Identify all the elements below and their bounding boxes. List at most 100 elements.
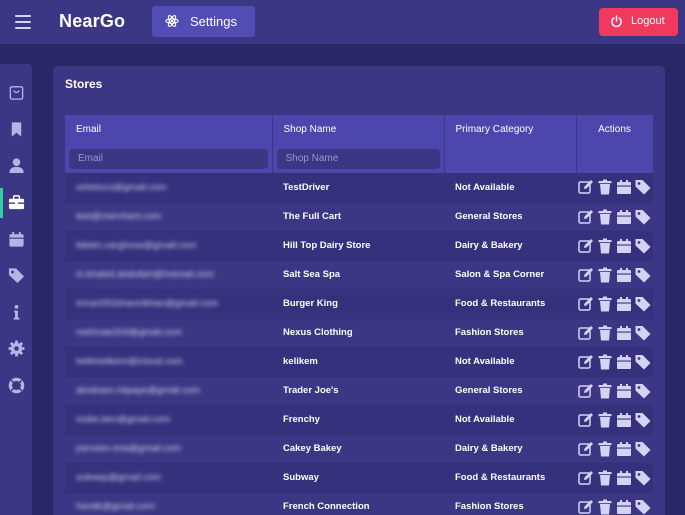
edit-icon[interactable] bbox=[578, 325, 594, 341]
delete-icon[interactable] bbox=[597, 499, 613, 515]
tag-icon[interactable] bbox=[635, 383, 651, 399]
edit-icon[interactable] bbox=[578, 470, 594, 486]
delete-icon[interactable] bbox=[597, 470, 613, 486]
tag-icon[interactable] bbox=[635, 470, 651, 486]
delete-icon[interactable] bbox=[597, 209, 613, 225]
table-row[interactable]: handk@gmail.com French Connection Fashion … bbox=[65, 492, 653, 515]
calendar-icon[interactable] bbox=[616, 470, 632, 486]
table-row[interactable]: parveen.ima@gmail.com Cakey Bakey Dairy & … bbox=[65, 434, 653, 464]
calendar-icon[interactable] bbox=[616, 296, 632, 312]
tag-icon[interactable] bbox=[635, 296, 651, 312]
edit-icon[interactable] bbox=[578, 354, 594, 370]
tag-icon[interactable] bbox=[635, 209, 651, 225]
calendar-icon[interactable] bbox=[616, 209, 632, 225]
column-header-shop-name[interactable]: Shop Name bbox=[272, 115, 445, 144]
calendar-icon[interactable] bbox=[616, 179, 632, 195]
shopping-bag-icon bbox=[9, 86, 24, 100]
edit-icon[interactable] bbox=[578, 441, 594, 457]
calendar-icon[interactable] bbox=[616, 238, 632, 254]
shop-name-cell: kelikem bbox=[272, 347, 444, 377]
top-bar: NearGo Settings Logout bbox=[0, 0, 685, 44]
actions-cell bbox=[576, 231, 653, 261]
edit-icon[interactable] bbox=[578, 209, 594, 225]
sidebar bbox=[0, 64, 32, 515]
email-cell: abraham.mtpaye@gmail.com bbox=[65, 376, 272, 406]
sidebar-item-settings[interactable] bbox=[0, 334, 32, 364]
edit-icon[interactable] bbox=[578, 412, 594, 428]
column-header-email[interactable]: Email bbox=[65, 115, 273, 144]
calendar-icon[interactable] bbox=[616, 354, 632, 370]
table-row[interactable]: test@merchant.com The Full Cart General St… bbox=[65, 202, 653, 232]
actions-cell bbox=[576, 434, 653, 464]
sidebar-item-support[interactable] bbox=[0, 371, 32, 401]
calendar-icon[interactable] bbox=[616, 412, 632, 428]
column-header-category[interactable]: Primary Category bbox=[444, 115, 577, 144]
actions-cell bbox=[576, 289, 653, 319]
delete-icon[interactable] bbox=[597, 267, 613, 283]
shop-name-filter-input[interactable] bbox=[276, 148, 440, 169]
table-row[interactable]: fabien.carghose@gmail.com Hill Top Dairy … bbox=[65, 231, 653, 261]
menu-icon[interactable] bbox=[15, 15, 31, 29]
table-row[interactable]: mehmae204@gmail.com Nexus Clothing Fashion… bbox=[65, 318, 653, 348]
actions-cell bbox=[576, 347, 653, 377]
tag-icon[interactable] bbox=[635, 441, 651, 457]
email-value: mehmae204@gmail.com bbox=[76, 327, 182, 338]
category-cell: Fashion Stores bbox=[444, 492, 576, 515]
delete-icon[interactable] bbox=[597, 325, 613, 341]
actions-cell bbox=[576, 376, 653, 406]
table-row[interactable]: m.khaled.abdullah@hotmail.com Salt Sea Sp… bbox=[65, 260, 653, 290]
row-actions bbox=[578, 412, 653, 428]
edit-icon[interactable] bbox=[578, 267, 594, 283]
email-filter-input[interactable] bbox=[69, 148, 268, 169]
calendar-icon[interactable] bbox=[616, 267, 632, 283]
calendar-icon[interactable] bbox=[616, 325, 632, 341]
tag-icon[interactable] bbox=[635, 499, 651, 515]
sidebar-item-info[interactable] bbox=[0, 298, 32, 328]
actions-cell bbox=[576, 492, 653, 515]
edit-icon[interactable] bbox=[578, 499, 594, 515]
table-header-row: Email Shop Name Primary Category Actions bbox=[65, 115, 654, 144]
calendar-icon[interactable] bbox=[616, 499, 632, 515]
table-row[interactable]: subway@gmail.com Subway Food & Restaurants bbox=[65, 463, 653, 493]
calendar-icon[interactable] bbox=[616, 441, 632, 457]
settings-button[interactable]: Settings bbox=[152, 6, 255, 37]
sidebar-item-bookmarks[interactable] bbox=[0, 115, 32, 145]
sidebar-item-orders[interactable] bbox=[0, 78, 32, 108]
actions-cell bbox=[576, 202, 653, 232]
delete-icon[interactable] bbox=[597, 296, 613, 312]
edit-icon[interactable] bbox=[578, 383, 594, 399]
logout-button[interactable]: Logout bbox=[599, 8, 678, 36]
row-actions bbox=[578, 296, 653, 312]
sidebar-item-tags[interactable] bbox=[0, 261, 32, 291]
tag-icon[interactable] bbox=[635, 238, 651, 254]
delete-icon[interactable] bbox=[597, 179, 613, 195]
delete-icon[interactable] bbox=[597, 441, 613, 457]
tag-icon[interactable] bbox=[635, 354, 651, 370]
tag-icon[interactable] bbox=[635, 179, 651, 195]
table-row[interactable]: iosbe.ben@gmail.com Frenchy Not Available bbox=[65, 405, 653, 435]
delete-icon[interactable] bbox=[597, 412, 613, 428]
tag-icon[interactable] bbox=[635, 412, 651, 428]
sidebar-item-calendar[interactable] bbox=[0, 225, 32, 255]
sidebar-item-stores[interactable] bbox=[0, 188, 32, 218]
delete-icon[interactable] bbox=[597, 354, 613, 370]
category-cell: General Stores bbox=[444, 202, 576, 232]
email-value: fabien.carghose@gmail.com bbox=[76, 240, 197, 251]
email-cell: parveen.ima@gmail.com bbox=[65, 434, 272, 464]
tag-icon[interactable] bbox=[635, 267, 651, 283]
table-row[interactable]: abraham.mtpaye@gmail.com Trader Joe's Gene… bbox=[65, 376, 653, 406]
category-cell: Salon & Spa Corner bbox=[444, 260, 576, 290]
table-row[interactable]: kelkinelikem@icloud.com kelikem Not Availa… bbox=[65, 347, 653, 377]
row-actions bbox=[578, 441, 653, 457]
calendar-icon[interactable] bbox=[616, 383, 632, 399]
gear-icon bbox=[8, 340, 25, 357]
delete-icon[interactable] bbox=[597, 238, 613, 254]
table-row[interactable]: sshetucs@gmail.com TestDriver Not Availabl… bbox=[65, 173, 653, 203]
edit-icon[interactable] bbox=[578, 179, 594, 195]
edit-icon[interactable] bbox=[578, 238, 594, 254]
delete-icon[interactable] bbox=[597, 383, 613, 399]
edit-icon[interactable] bbox=[578, 296, 594, 312]
tag-icon[interactable] bbox=[635, 325, 651, 341]
table-row[interactable]: imran091bhamrikhan@gmail.com Burger King F… bbox=[65, 289, 653, 319]
sidebar-item-users[interactable] bbox=[0, 151, 32, 181]
